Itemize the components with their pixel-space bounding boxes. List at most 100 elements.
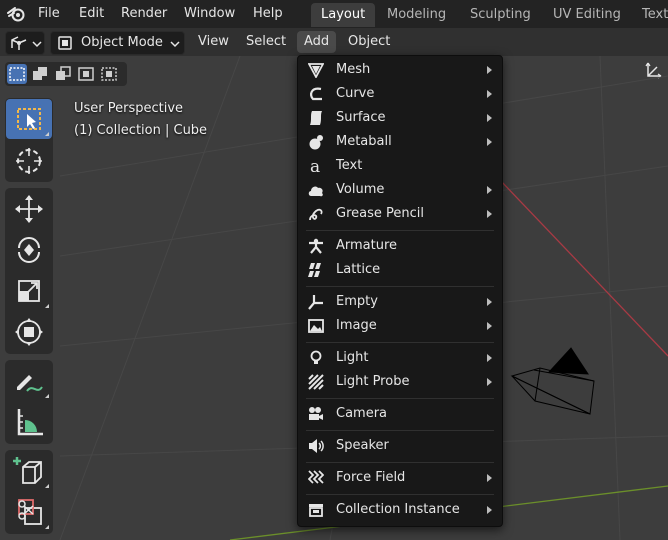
menu-item-camera[interactable]: Camera [302, 403, 498, 425]
select-intersect-button[interactable] [99, 64, 119, 84]
tool-options-indicator [45, 484, 49, 488]
menu-item-metaball[interactable]: Metaball [302, 131, 498, 153]
viewport-header: Object Mode View Select Add Object [0, 28, 668, 79]
add-cube-icon [13, 457, 42, 484]
measure-icon [17, 409, 43, 436]
mode-label: Object Mode [81, 35, 163, 50]
select-subtract-button[interactable] [53, 64, 73, 84]
mesh-icon [308, 63, 324, 78]
x-axis-line [499, 179, 668, 357]
select-new-button[interactable] [7, 64, 27, 84]
menu-item-image[interactable]: Image [302, 315, 498, 337]
submenu-arrow-icon [487, 298, 492, 306]
submenu-arrow-icon [487, 186, 492, 194]
menu-view[interactable]: View [191, 31, 236, 53]
tool-select-box[interactable] [6, 99, 52, 139]
curve-icon [310, 87, 322, 101]
tab-modeling[interactable]: Modeling [377, 3, 456, 27]
tool-transform[interactable] [6, 312, 52, 352]
tool-extrude[interactable] [6, 492, 52, 532]
tab-uv-editing[interactable]: UV Editing [543, 3, 631, 27]
add-menu-popup: Mesh Curve Surface Metaball a Text Volum… [297, 55, 503, 527]
menu-separator [306, 462, 494, 463]
tool-options-indicator [45, 132, 49, 136]
tool-group-annotate [5, 360, 53, 444]
menu-item-lattice[interactable]: Lattice [302, 259, 498, 281]
perspective-label: User Perspective [74, 101, 184, 116]
lattice-icon [308, 263, 321, 277]
metaball-icon [309, 135, 323, 150]
selection-mode-buttons [5, 62, 127, 86]
submenu-arrow-icon [487, 474, 492, 482]
menu-item-force-field[interactable]: Force Field [302, 467, 498, 489]
force-field-icon [308, 470, 324, 484]
grease-pencil-icon [309, 208, 323, 221]
menu-select[interactable]: Select [239, 31, 293, 53]
menu-item-volume[interactable]: Volume [302, 179, 498, 201]
select-new-icon [9, 67, 25, 81]
menu-separator [306, 398, 494, 399]
menu-item-light-probe[interactable]: Light Probe [302, 371, 498, 393]
submenu-arrow-icon [487, 114, 492, 122]
cursor-icon [16, 148, 42, 174]
rotate-icon [18, 237, 40, 263]
menu-edit[interactable]: Edit [79, 4, 104, 24]
menu-object[interactable]: Object [341, 31, 397, 53]
top-menubar: File Edit Render Window Help Layout Mode… [0, 0, 668, 28]
tool-add-cube[interactable] [6, 451, 52, 491]
menu-help[interactable]: Help [253, 4, 283, 24]
menu-file[interactable]: File [38, 4, 60, 24]
menu-item-armature[interactable]: Armature [302, 235, 498, 257]
collection-label: (1) Collection | Cube [74, 123, 208, 138]
submenu-arrow-icon [487, 322, 492, 330]
tool-options-indicator [45, 525, 49, 529]
object-mode-icon [58, 36, 72, 50]
menu-render[interactable]: Render [121, 4, 167, 24]
tab-text[interactable]: Text [632, 3, 668, 27]
svg-text:a: a [310, 158, 320, 174]
menu-item-speaker[interactable]: Speaker [302, 435, 498, 457]
menu-item-text[interactable]: a Text [302, 155, 498, 177]
surface-icon [310, 111, 322, 125]
menu-item-mesh[interactable]: Mesh [302, 59, 498, 81]
image-icon [308, 319, 324, 333]
submenu-arrow-icon [487, 66, 492, 74]
submenu-arrow-icon [487, 138, 492, 146]
select-invert-button[interactable] [76, 64, 96, 84]
menu-item-empty[interactable]: Empty [302, 291, 498, 313]
volume-icon [308, 186, 323, 197]
chevron-down-icon [170, 41, 180, 48]
menu-window[interactable]: Window [184, 4, 235, 24]
tool-group-add [5, 450, 53, 534]
menu-separator [306, 494, 494, 495]
tab-layout[interactable]: Layout [311, 3, 376, 27]
submenu-arrow-icon [487, 506, 492, 514]
tool-rotate[interactable] [6, 230, 52, 270]
select-extend-button[interactable] [30, 64, 50, 84]
collection-instance-icon [309, 504, 323, 517]
tool-scale[interactable] [6, 271, 52, 311]
editor-type-button[interactable] [5, 31, 45, 55]
submenu-arrow-icon [487, 354, 492, 362]
tab-sculpting[interactable]: Sculpting [460, 3, 541, 27]
tool-options-indicator [45, 394, 49, 398]
speaker-icon [309, 439, 324, 453]
menu-add[interactable]: Add [297, 31, 337, 53]
select-invert-icon [78, 67, 94, 81]
transform-icon [15, 318, 43, 346]
tool-cursor[interactable] [6, 141, 52, 181]
tool-measure[interactable] [6, 402, 52, 442]
menu-item-curve[interactable]: Curve [302, 83, 498, 105]
tool-move[interactable] [6, 189, 52, 229]
camera-icon [309, 407, 323, 420]
menu-item-surface[interactable]: Surface [302, 107, 498, 129]
menu-item-grease-pencil[interactable]: Grease Pencil [302, 203, 498, 225]
tool-annotate[interactable] [6, 361, 52, 401]
blender-logo-icon[interactable] [6, 4, 26, 24]
mode-dropdown[interactable]: Object Mode [50, 31, 185, 55]
menu-item-light[interactable]: Light [302, 347, 498, 369]
tool-options-indicator [45, 304, 49, 308]
menu-item-collection-instance[interactable]: Collection Instance [302, 499, 498, 521]
select-intersect-icon [101, 67, 117, 81]
camera-object [510, 347, 595, 415]
